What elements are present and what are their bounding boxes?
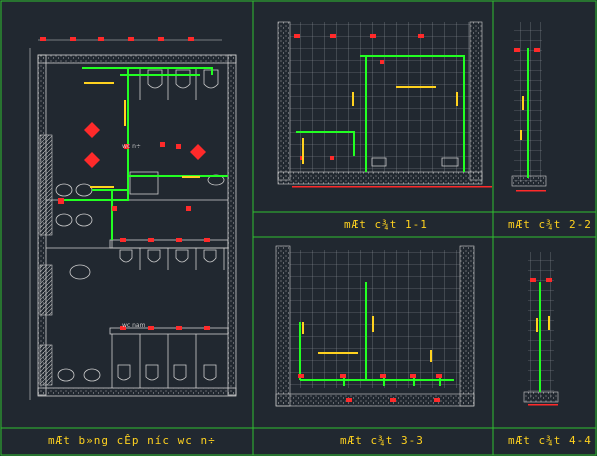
wc-nu-room-label: wc n÷ <box>122 143 141 150</box>
floor-plan <box>29 37 237 400</box>
section-4-4-drawing <box>523 252 559 406</box>
section-4-4-title: mÆt c¾t 4-4 <box>508 434 592 447</box>
section-1-1-drawing <box>277 21 492 188</box>
section-3-3-drawing <box>275 245 475 407</box>
plan-title: mÆt b»ng cÊp n­íc wc n÷ <box>48 434 216 447</box>
section-3-3-title: mÆt c¾t 3-3 <box>340 434 424 447</box>
wc-nam-room-label: wc nam <box>122 322 146 329</box>
section-2-2-title: mÆt c¾t 2-2 <box>508 218 592 231</box>
section-1-1-title: mÆt c¾t 1-1 <box>344 218 428 231</box>
section-2-2-drawing <box>511 22 547 192</box>
